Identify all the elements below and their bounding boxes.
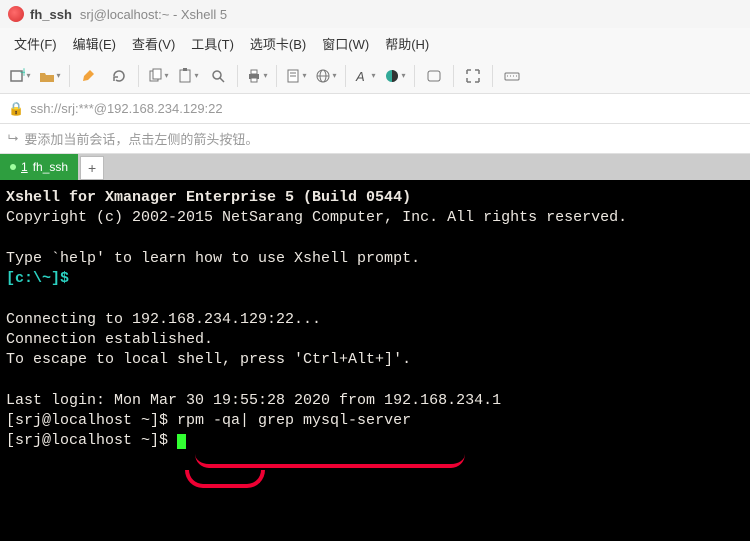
menu-help[interactable]: 帮助(H) (379, 32, 435, 55)
font-icon[interactable]: A (351, 63, 379, 89)
address-bar[interactable]: 🔒 ssh://srj:***@192.168.234.129:22 (0, 94, 750, 124)
script-icon[interactable] (420, 63, 448, 89)
term-line: Connecting to 192.168.234.129:22... (6, 311, 321, 328)
tab-label: fh_ssh (33, 160, 68, 174)
menu-view[interactable]: 查看(V) (126, 32, 181, 55)
globe-icon[interactable] (312, 63, 340, 89)
title-session-name: fh_ssh (30, 7, 72, 22)
toolbar-separator (69, 65, 70, 87)
fullscreen-icon[interactable] (459, 63, 487, 89)
lock-icon: 🔒 (8, 101, 24, 117)
menu-file[interactable]: 文件(F) (8, 32, 63, 55)
properties-icon[interactable] (282, 63, 310, 89)
keyboard-icon[interactable] (498, 63, 526, 89)
terminal-cursor (177, 434, 186, 449)
menu-tabs[interactable]: 选项卡(B) (244, 32, 312, 55)
toolbar-separator (453, 65, 454, 87)
toolbar-separator (138, 65, 139, 87)
connect-icon[interactable] (75, 63, 103, 89)
term-line: Connection established. (6, 331, 213, 348)
tab-index: 1 (21, 160, 28, 174)
tab-status-dot (10, 164, 16, 170)
info-hint: 要添加当前会话，点击左侧的箭头按钮。 (24, 129, 258, 148)
toolbar-separator (345, 65, 346, 87)
app-icon (8, 6, 24, 22)
term-line: Copyright (c) 2002-2015 NetSarang Comput… (6, 209, 627, 226)
svg-text:＋: ＋ (19, 68, 25, 79)
menu-edit[interactable]: 编辑(E) (67, 32, 122, 55)
add-tab-button[interactable]: + (80, 156, 104, 180)
term-line: Last login: Mon Mar 30 19:55:28 2020 fro… (6, 392, 501, 409)
titlebar: fh_ssh srj@localhost:~ - Xshell 5 (0, 0, 750, 28)
menu-window[interactable]: 窗口(W) (316, 32, 375, 55)
term-line: Xshell for Xmanager Enterprise 5 (Build … (6, 189, 411, 206)
open-folder-icon[interactable] (36, 63, 64, 89)
menubar: 文件(F) 编辑(E) 查看(V) 工具(T) 选项卡(B) 窗口(W) 帮助(… (0, 28, 750, 58)
term-line: To escape to local shell, press 'Ctrl+Al… (6, 351, 411, 368)
paste-icon[interactable] (174, 63, 202, 89)
copy-icon[interactable] (144, 63, 172, 89)
svg-text:A: A (355, 69, 365, 84)
terminal[interactable]: Xshell for Xmanager Enterprise 5 (Build … (0, 180, 750, 541)
tab-bar: 1 fh_ssh + (0, 154, 750, 180)
address-text: ssh://srj:***@192.168.234.129:22 (30, 101, 222, 116)
search-icon[interactable] (204, 63, 232, 89)
new-session-icon[interactable]: ＋ (6, 63, 34, 89)
menu-tools[interactable]: 工具(T) (185, 32, 240, 55)
toolbar-separator (237, 65, 238, 87)
title-rest: srj@localhost:~ - Xshell 5 (80, 7, 227, 22)
toolbar-separator (492, 65, 493, 87)
reconnect-icon[interactable] (105, 63, 133, 89)
toolbar-separator (276, 65, 277, 87)
color-icon[interactable] (381, 63, 409, 89)
toolbar-separator (414, 65, 415, 87)
term-line: Type `help' to learn how to use Xshell p… (6, 250, 420, 267)
term-prompt-remote: [srj@localhost ~]$ (6, 432, 177, 449)
term-prompt-remote: [srj@localhost ~]$ (6, 412, 177, 429)
print-icon[interactable] (243, 63, 271, 89)
term-command: rpm -qa| grep mysql-server (177, 412, 411, 429)
info-bar: ⮡ 要添加当前会话，点击左侧的箭头按钮。 (0, 124, 750, 154)
term-prompt-local: [c:\~]$ (6, 270, 69, 287)
arrow-icon[interactable]: ⮡ (8, 131, 18, 146)
toolbar: ＋ A (0, 58, 750, 94)
session-tab[interactable]: 1 fh_ssh (0, 154, 78, 180)
